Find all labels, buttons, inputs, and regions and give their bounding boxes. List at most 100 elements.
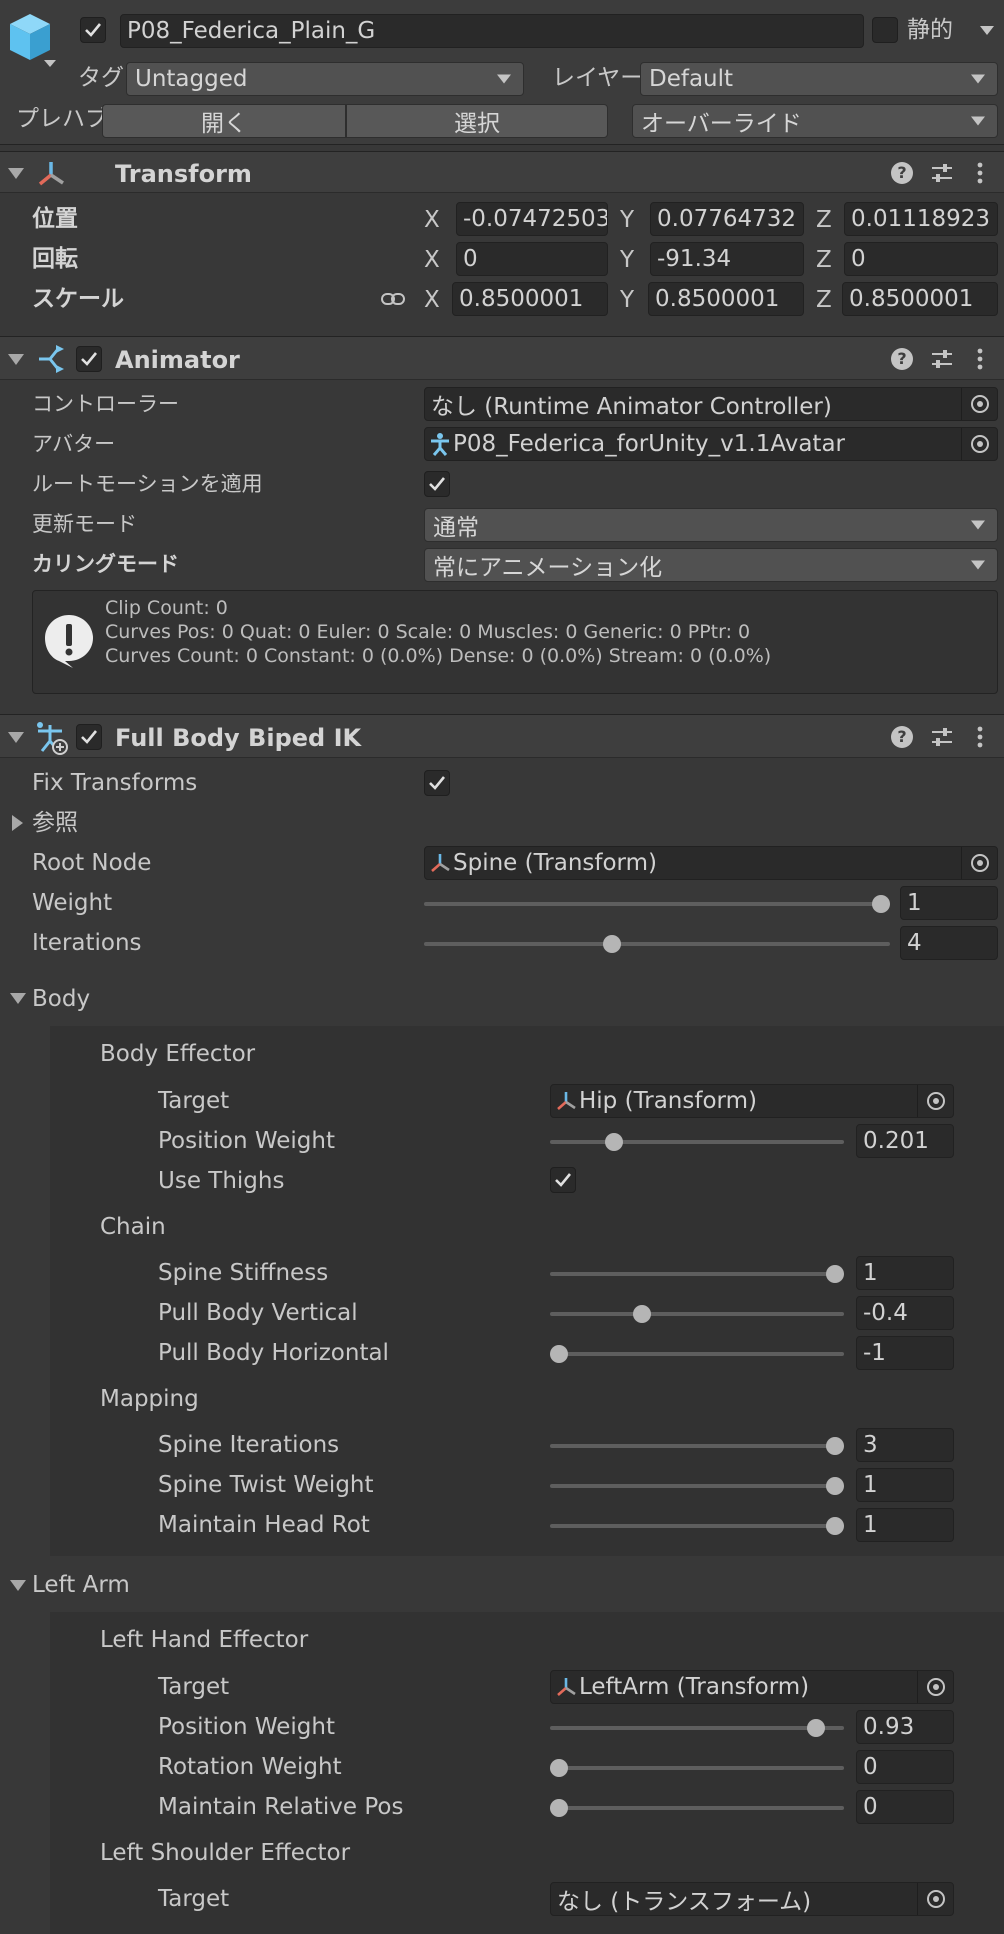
maintain-head-input[interactable]: 1 (856, 1508, 954, 1542)
body-position-weight-slider[interactable] (550, 1133, 844, 1151)
ik-enabled-checkbox[interactable] (76, 724, 102, 750)
layer-dropdown[interactable]: Default (640, 62, 998, 96)
pull-horizontal-input[interactable]: -1 (856, 1336, 954, 1370)
object-picker-icon[interactable] (917, 1883, 953, 1915)
animator-header[interactable]: Animator ? (0, 336, 1004, 380)
iterations-input[interactable]: 4 (900, 926, 998, 960)
scale-x-input[interactable]: 0.8500001 (452, 282, 608, 316)
link-icon[interactable] (380, 289, 406, 309)
position-z-input[interactable]: 0.01118923 (844, 202, 998, 236)
position-z-label[interactable]: Z (816, 209, 832, 232)
position-x-label[interactable]: X (424, 209, 440, 232)
more-options-icon[interactable] (976, 347, 984, 371)
presets-icon[interactable] (930, 347, 954, 371)
controller-field[interactable]: なし (Runtime Animator Controller) (424, 387, 998, 421)
slider-knob[interactable] (550, 1759, 568, 1777)
left-hand-position-weight-input[interactable]: 0.93 (856, 1710, 954, 1744)
iterations-slider[interactable] (424, 935, 890, 953)
spine-stiffness-input[interactable]: 1 (856, 1256, 954, 1290)
object-picker-icon[interactable] (917, 1671, 953, 1703)
slider-knob[interactable] (826, 1437, 844, 1455)
rotation-z-label[interactable]: Z (816, 249, 832, 272)
scale-z-label[interactable]: Z (816, 289, 832, 312)
spine-twist-input[interactable]: 1 (856, 1468, 954, 1502)
slider-knob[interactable] (826, 1265, 844, 1283)
maintain-relative-pos-input[interactable]: 0 (856, 1790, 954, 1824)
position-y-label[interactable]: Y (620, 209, 634, 232)
pull-horizontal-slider[interactable] (550, 1345, 844, 1363)
spine-stiffness-slider[interactable] (550, 1265, 844, 1283)
root-motion-checkbox[interactable] (424, 471, 450, 497)
static-dropdown-icon[interactable] (980, 26, 994, 35)
fix-transforms-checkbox[interactable] (424, 770, 450, 796)
avatar-field[interactable]: P08_Federica_forUnity_v1.1Avatar (424, 427, 998, 461)
slider-knob[interactable] (632, 1305, 651, 1323)
rotation-x-label[interactable]: X (424, 249, 440, 272)
foldout-arrow-icon[interactable] (8, 354, 24, 365)
object-picker-icon[interactable] (961, 388, 997, 420)
use-thighs-checkbox[interactable] (550, 1167, 576, 1193)
maintain-relative-pos-slider[interactable] (550, 1799, 844, 1817)
object-name-input[interactable]: P08_Federica_Plain_G (120, 14, 864, 48)
ik-header[interactable]: Full Body Biped IK ? (0, 714, 1004, 758)
position-x-input[interactable]: -0.07472503 (456, 202, 608, 236)
rotation-y-label[interactable]: Y (620, 249, 634, 272)
presets-icon[interactable] (930, 161, 954, 185)
spine-iterations-slider[interactable] (550, 1437, 844, 1455)
scale-x-label[interactable]: X (424, 289, 440, 312)
left-arm-foldout-icon[interactable] (10, 1580, 26, 1591)
update-mode-dropdown[interactable]: 通常 (424, 508, 998, 542)
left-arm-title[interactable]: Left Arm (32, 1574, 130, 1597)
foldout-arrow-icon[interactable] (8, 168, 24, 179)
more-options-icon[interactable] (976, 161, 984, 185)
object-picker-icon[interactable] (961, 428, 997, 460)
pull-vertical-slider[interactable] (550, 1305, 844, 1323)
slider-knob[interactable] (550, 1799, 568, 1817)
maintain-head-slider[interactable] (550, 1517, 844, 1535)
prefab-open-button[interactable]: 開く (102, 104, 346, 138)
scale-y-input[interactable]: 0.8500001 (648, 282, 804, 316)
help-icon[interactable]: ? (891, 162, 913, 184)
prefab-select-button[interactable]: 選択 (346, 104, 608, 138)
spine-iterations-input[interactable]: 3 (856, 1428, 954, 1462)
static-checkbox[interactable] (872, 17, 898, 43)
culling-mode-dropdown[interactable]: 常にアニメーション化 (424, 548, 998, 582)
left-shoulder-target-field[interactable]: なし (トランスフォーム) (550, 1882, 954, 1916)
prefab-overrides-dropdown[interactable]: オーバーライド (632, 104, 998, 138)
rotation-z-input[interactable]: 0 (844, 242, 998, 276)
body-position-weight-input[interactable]: 0.201 (856, 1124, 954, 1158)
rotation-x-input[interactable]: 0 (456, 242, 608, 276)
object-picker-icon[interactable] (917, 1085, 953, 1117)
more-options-icon[interactable] (976, 725, 984, 749)
active-checkbox[interactable] (80, 17, 106, 43)
pull-vertical-input[interactable]: -0.4 (856, 1296, 954, 1330)
animator-enabled-checkbox[interactable] (76, 346, 102, 372)
foldout-arrow-icon[interactable] (8, 732, 24, 743)
help-icon[interactable]: ? (891, 726, 913, 748)
root-node-field[interactable]: Spine (Transform) (424, 846, 998, 880)
left-hand-rotation-weight-slider[interactable] (550, 1759, 844, 1777)
slider-knob[interactable] (826, 1477, 844, 1495)
references-label[interactable]: 参照 (32, 812, 78, 835)
transform-header[interactable]: Transform ? (0, 151, 1004, 193)
body-target-field[interactable]: Hip (Transform) (550, 1084, 954, 1118)
left-hand-target-field[interactable]: LeftArm (Transform) (550, 1670, 954, 1704)
weight-input[interactable]: 1 (900, 886, 998, 920)
scale-z-input[interactable]: 0.8500001 (842, 282, 998, 316)
help-icon[interactable]: ? (891, 348, 913, 370)
spine-twist-slider[interactable] (550, 1477, 844, 1495)
left-hand-position-weight-slider[interactable] (550, 1719, 844, 1737)
scale-y-label[interactable]: Y (620, 289, 634, 312)
slider-knob[interactable] (550, 1345, 568, 1363)
references-foldout-icon[interactable] (12, 815, 23, 831)
body-foldout-icon[interactable] (10, 993, 26, 1004)
presets-icon[interactable] (930, 725, 954, 749)
object-picker-icon[interactable] (961, 847, 997, 879)
slider-knob[interactable] (872, 895, 890, 913)
slider-knob[interactable] (806, 1719, 825, 1737)
rotation-y-input[interactable]: -91.34 (650, 242, 804, 276)
slider-knob[interactable] (603, 935, 622, 953)
position-y-input[interactable]: 0.07764732 (650, 202, 804, 236)
gameobject-cube-icon[interactable] (6, 10, 58, 72)
weight-slider[interactable] (424, 895, 890, 913)
